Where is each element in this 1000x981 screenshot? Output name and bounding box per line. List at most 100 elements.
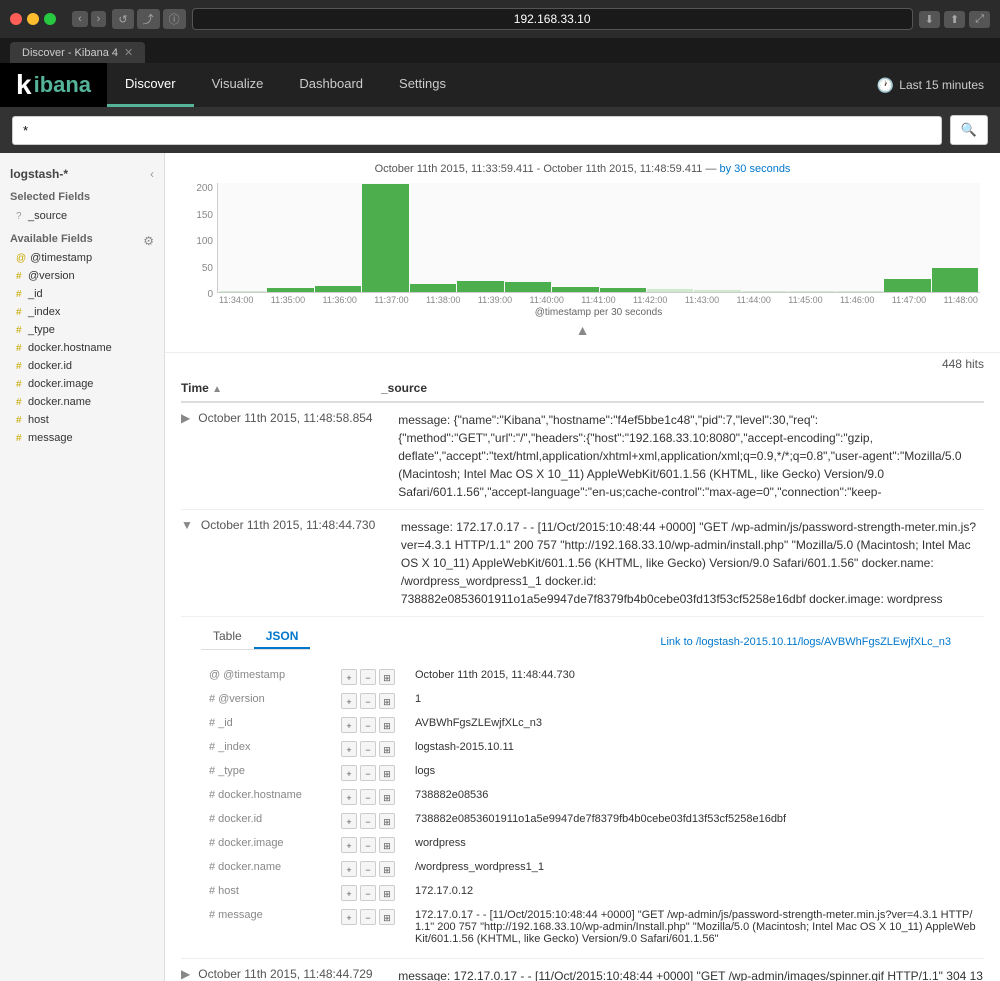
filter-minus-btn[interactable]: − — [360, 861, 376, 877]
exists-btn[interactable]: ⊞ — [379, 861, 395, 877]
filter-plus-btn[interactable]: + — [341, 813, 357, 829]
sidebar-field-message[interactable]: #message — [10, 429, 154, 447]
address-bar[interactable]: 192.168.33.10 — [192, 8, 913, 30]
expand-icon[interactable]: ▶ — [181, 411, 190, 425]
close-button[interactable] — [10, 13, 22, 25]
sidebar-field-docker.image[interactable]: #docker.image — [10, 375, 154, 393]
exists-btn[interactable]: ⊞ — [379, 741, 395, 757]
sidebar-field-docker.name[interactable]: #docker.name — [10, 393, 154, 411]
share-ext-button[interactable]: ⬆ — [944, 11, 965, 28]
expanded-table: @@timestamp + − ⊞ October 11th 2015, 11:… — [201, 664, 984, 950]
exists-btn[interactable]: ⊞ — [379, 837, 395, 853]
filter-minus-btn[interactable]: − — [360, 909, 376, 925]
sidebar-index[interactable]: logstash-* — [10, 167, 68, 181]
share-button[interactable]: ⤴ — [137, 9, 160, 29]
field-name: docker.hostname — [28, 342, 112, 354]
nav-visualize[interactable]: Visualize — [194, 63, 282, 107]
filter-minus-btn[interactable]: − — [360, 693, 376, 709]
result-row-expanded: ▼ October 11th 2015, 11:48:44.730 messag… — [181, 510, 984, 959]
chart-collapse-button[interactable]: ▲ — [185, 318, 980, 342]
filter-minus-btn[interactable]: − — [360, 741, 376, 757]
exists-btn[interactable]: ⊞ — [379, 885, 395, 901]
exists-btn[interactable]: ⊞ — [379, 813, 395, 829]
source-field[interactable]: ? _source — [10, 207, 154, 225]
row-source-text: message: {"name":"Kibana","hostname":"f4… — [398, 413, 961, 501]
fullscreen-button[interactable]: ⤢ — [969, 11, 990, 28]
filter-plus-btn[interactable]: + — [341, 861, 357, 877]
col-source-header: _source — [381, 381, 984, 395]
nav-settings[interactable]: Settings — [381, 63, 464, 107]
exists-btn[interactable]: ⊞ — [379, 909, 395, 925]
sidebar-field-host[interactable]: #host — [10, 411, 154, 429]
filter-minus-btn[interactable]: − — [360, 813, 376, 829]
result-row-header[interactable]: ▶ October 11th 2015, 11:48:58.854 messag… — [181, 403, 984, 509]
time-range[interactable]: 🕐 Last 15 minutes — [861, 77, 1000, 94]
exp-field-ops: + − ⊞ — [335, 738, 407, 760]
sidebar-field-docker.hostname[interactable]: #docker.hostname — [10, 339, 154, 357]
filter-plus-btn[interactable]: + — [341, 669, 357, 685]
field-type-icon: # — [16, 325, 24, 336]
tab-close-icon[interactable]: ✕ — [124, 46, 133, 59]
sidebar-field-docker.id[interactable]: #docker.id — [10, 357, 154, 375]
filter-minus-btn[interactable]: − — [360, 717, 376, 733]
sidebar-field-@timestamp[interactable]: @@timestamp — [10, 249, 154, 267]
sidebar-field-_index[interactable]: #_index — [10, 303, 154, 321]
result-row-3-header[interactable]: ▶ October 11th 2015, 11:48:44.729 messag… — [181, 959, 984, 981]
exp-field-ops: + − ⊞ — [335, 882, 407, 904]
sidebar-field-@version[interactable]: #@version — [10, 267, 154, 285]
exp-table-row: #docker.name + − ⊞ /wordpress_wordpress1… — [203, 858, 982, 880]
minimize-button[interactable] — [27, 13, 39, 25]
exp-link[interactable]: Link to /logstash-2015.10.11/logs/AVBWhF… — [660, 636, 951, 648]
field-name: docker.id — [28, 360, 72, 372]
forward-button[interactable]: › — [91, 11, 107, 27]
expand-icon-3[interactable]: ▶ — [181, 967, 190, 981]
tab-table[interactable]: Table — [201, 625, 254, 649]
filter-minus-btn[interactable]: − — [360, 765, 376, 781]
exp-field-type: # — [209, 909, 215, 921]
filter-plus-btn[interactable]: + — [341, 885, 357, 901]
filter-plus-btn[interactable]: + — [341, 765, 357, 781]
expand-icon-2[interactable]: ▼ — [181, 518, 193, 532]
exists-btn[interactable]: ⊞ — [379, 717, 395, 733]
reader-button[interactable]: ⓘ — [163, 9, 186, 29]
exp-field-value: 172.17.0.12 — [409, 882, 982, 904]
filter-minus-btn[interactable]: − — [360, 789, 376, 805]
exists-btn[interactable]: ⊞ — [379, 669, 395, 685]
filter-plus-btn[interactable]: + — [341, 837, 357, 853]
x-label: 11:44:00 — [737, 295, 771, 305]
download-button[interactable]: ⬇ — [919, 11, 940, 28]
browser-actions: ⬇ ⬆ ⤢ — [919, 11, 990, 28]
filter-minus-btn[interactable]: − — [360, 669, 376, 685]
sidebar-toggle-icon[interactable]: ‹ — [150, 167, 154, 181]
exists-btn[interactable]: ⊞ — [379, 693, 395, 709]
search-input[interactable] — [12, 116, 942, 145]
chart-bar-0 — [220, 291, 266, 292]
nav-dashboard[interactable]: Dashboard — [281, 63, 381, 107]
x-label: 11:37:00 — [374, 295, 408, 305]
sidebar-field-_type[interactable]: #_type — [10, 321, 154, 339]
filter-plus-btn[interactable]: + — [341, 693, 357, 709]
exists-btn[interactable]: ⊞ — [379, 789, 395, 805]
filter-minus-btn[interactable]: − — [360, 837, 376, 853]
exists-btn[interactable]: ⊞ — [379, 765, 395, 781]
sidebar-field-_id[interactable]: #_id — [10, 285, 154, 303]
tab-json[interactable]: JSON — [254, 625, 311, 649]
reload-button[interactable]: ↺ — [112, 9, 133, 29]
filter-plus-btn[interactable]: + — [341, 909, 357, 925]
maximize-button[interactable] — [44, 13, 56, 25]
filter-plus-btn[interactable]: + — [341, 789, 357, 805]
x-label: 11:43:00 — [685, 295, 719, 305]
result-row-2-header[interactable]: ▼ October 11th 2015, 11:48:44.730 messag… — [181, 510, 984, 616]
nav-discover[interactable]: Discover — [107, 63, 194, 107]
filter-minus-btn[interactable]: − — [360, 885, 376, 901]
chart-by-link[interactable]: by 30 seconds — [720, 163, 791, 175]
filter-plus-btn[interactable]: + — [341, 717, 357, 733]
y-axis-50: 50 — [202, 263, 213, 274]
exp-field-value: wordpress — [409, 834, 982, 856]
fields-settings-icon[interactable]: ⚙ — [143, 234, 154, 248]
col-time-header[interactable]: Time ▲ — [181, 381, 381, 395]
filter-plus-btn[interactable]: + — [341, 741, 357, 757]
browser-tab[interactable]: Discover - Kibana 4 ✕ — [10, 42, 145, 63]
back-button[interactable]: ‹ — [72, 11, 88, 27]
search-button[interactable]: 🔍 — [950, 115, 988, 145]
